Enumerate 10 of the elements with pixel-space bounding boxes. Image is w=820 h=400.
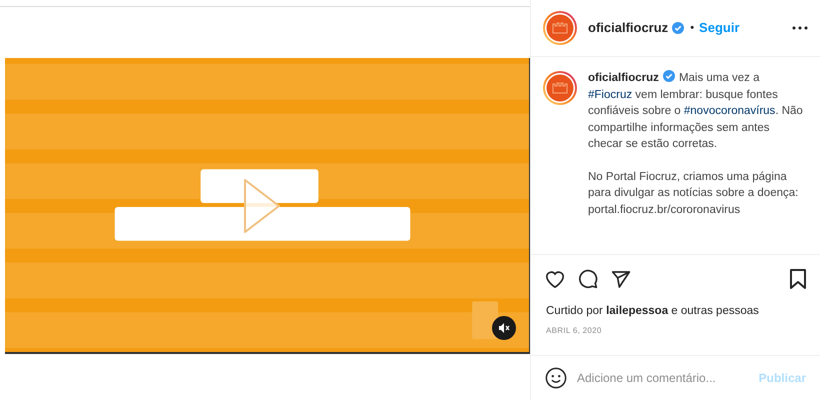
comment-input[interactable]: Adicione um comentário... (577, 369, 759, 387)
hashtag-link[interactable]: #novocoronavírus (684, 105, 776, 117)
post-date: ABRIL 6, 2020 (546, 325, 603, 338)
username-link[interactable]: oficialfiocruz (588, 18, 668, 38)
caption-text: No Portal Fiocruz, criamos uma página para divulgar as notícias sobre a doença: portal.fiocruz.br/cororonavirus (588, 170, 800, 218)
username-link[interactable]: oficialfiocruz (588, 72, 659, 84)
likes-text: Curtido por lailepessoa e outras pessoas (546, 304, 760, 319)
hashtag-link[interactable]: #Fiocruz (588, 88, 632, 100)
caption-text: oficialfiocruz Mais uma vez a #Fiocruz vem lembrar: busque fontes confiáveis sobre o #novocoronavírus. Não compartilhe informações sem antes checar se estão corretas. (588, 70, 803, 152)
separator-dot: • (690, 20, 694, 36)
